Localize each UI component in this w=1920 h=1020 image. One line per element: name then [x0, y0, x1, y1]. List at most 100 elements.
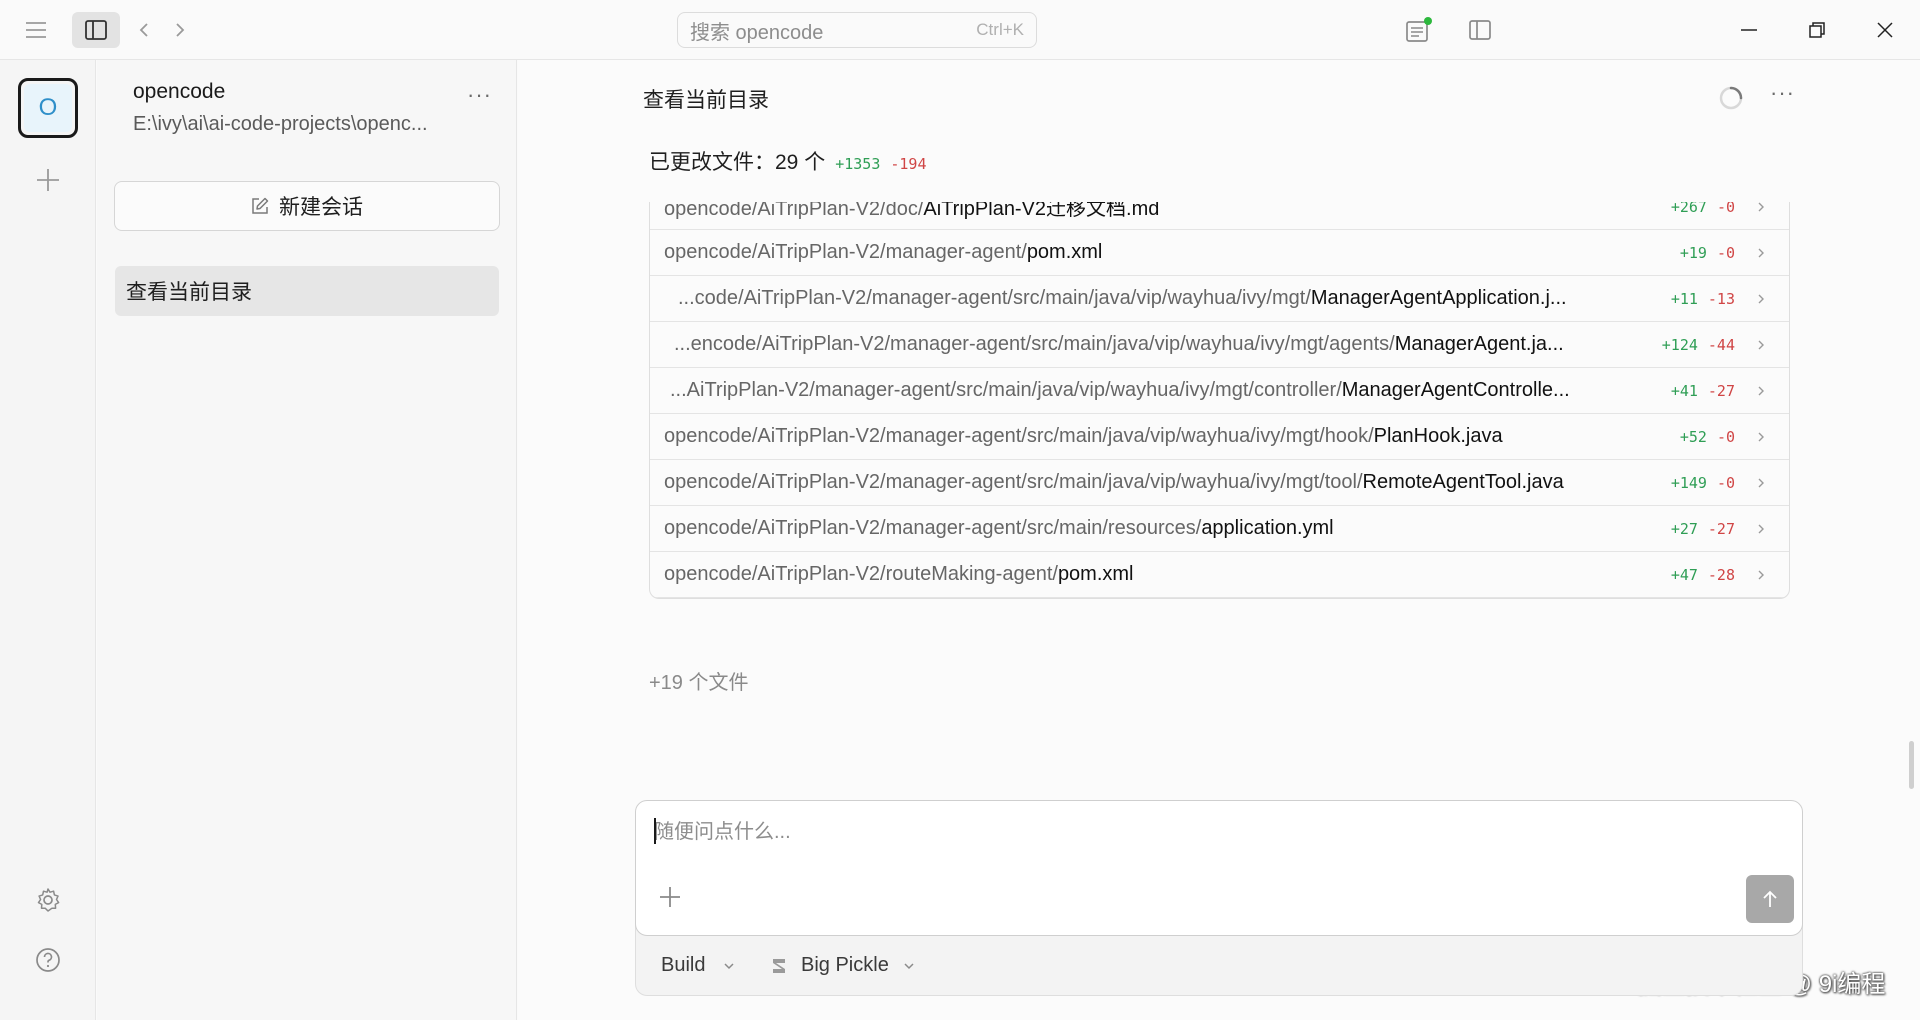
prompt-input[interactable]	[654, 815, 1754, 849]
file-stats: +149 -0	[1671, 474, 1735, 492]
main-panel: 查看当前目录 ··· 已更改文件：29 个 +1353 -194 opencod…	[518, 60, 1920, 1020]
session-item[interactable]: 查看当前目录	[115, 266, 499, 316]
add-project-icon[interactable]	[30, 162, 66, 198]
file-removed: -0	[1716, 427, 1735, 446]
file-row[interactable]: opencode/AiTripPlan-V2/manager-agent/src…	[650, 506, 1789, 552]
toggle-sidebar-button[interactable]	[72, 12, 120, 48]
file-row[interactable]: opencode/AiTripPlan-V2/doc/AiTripPlan-V2…	[650, 202, 1789, 230]
file-dir: opencode/AiTripPlan-V2/manager-agent/	[664, 241, 1027, 263]
file-added: +41	[1670, 381, 1698, 400]
file-name: PlanHook.java	[1373, 425, 1503, 447]
chevron-right-icon	[1757, 202, 1765, 213]
more-files-link[interactable]: +19 个文件	[649, 666, 748, 695]
file-path: ...encode/AiTripPlan-V2/manager-agent/sr…	[674, 333, 1564, 356]
file-added: +149	[1670, 473, 1707, 492]
file-removed: -0	[1716, 473, 1735, 492]
loading-spinner-icon	[1718, 85, 1744, 111]
close-button[interactable]	[1860, 12, 1910, 48]
project-more-button[interactable]: ···	[467, 82, 492, 108]
session-title: 查看当前目录	[643, 89, 769, 112]
file-stats: +41 -27	[1671, 382, 1735, 400]
file-path: opencode/AiTripPlan-V2/manager-agent/pom…	[664, 241, 1102, 264]
file-path: opencode/AiTripPlan-V2/doc/AiTripPlan-V2…	[664, 202, 1159, 221]
file-row[interactable]: opencode/AiTripPlan-V2/routeMaking-agent…	[650, 552, 1789, 598]
menu-icon[interactable]	[20, 14, 52, 46]
file-row[interactable]: opencode/AiTripPlan-V2/routeMaking-agent…	[650, 598, 1790, 599]
file-added: +267	[1670, 202, 1707, 216]
arrow-up-icon	[1763, 890, 1777, 907]
file-removed: -27	[1707, 519, 1735, 538]
file-row[interactable]: opencode/AiTripPlan-V2/manager-agent/src…	[650, 460, 1789, 506]
session-more-button[interactable]: ···	[1770, 80, 1795, 106]
status-icon[interactable]	[1400, 12, 1436, 48]
new-session-button[interactable]: 新建会话	[114, 181, 500, 231]
attach-icon[interactable]	[658, 885, 682, 909]
file-row[interactable]: opencode/AiTripPlan-V2/manager-agent/src…	[650, 414, 1789, 460]
new-session-label: 新建会话	[279, 196, 363, 219]
file-path: opencode/AiTripPlan-V2/manager-agent/src…	[664, 471, 1564, 494]
project-path: E:\ivy\ai\ai-code-projects\openc...	[133, 113, 428, 135]
chevron-right-icon	[1757, 523, 1765, 535]
changed-files-summary: 已更改文件：29 个 +1353 -194	[649, 146, 926, 176]
composer: Build Big Pickle	[635, 800, 1803, 996]
file-stats: +124 -44	[1662, 336, 1735, 354]
file-stats: +52 -0	[1680, 428, 1735, 446]
file-path: ...AiTripPlan-V2/manager-agent/src/main/…	[670, 379, 1570, 402]
file-dir: opencode/AiTripPlan-V2/doc/	[664, 202, 924, 220]
model-icon	[773, 958, 785, 973]
file-stats: +19 -0	[1680, 244, 1735, 262]
file-added: +11	[1670, 289, 1698, 308]
scrollbar-thumb[interactable]	[1909, 741, 1914, 789]
file-dir: opencode/AiTripPlan-V2/manager-agent/src…	[664, 517, 1202, 539]
project-avatar[interactable]: O	[18, 78, 78, 138]
file-row[interactable]: opencode/AiTripPlan-V2/manager-agent/pom…	[650, 230, 1789, 276]
project-name: opencode	[133, 80, 226, 103]
chevron-right-icon	[1757, 385, 1765, 397]
title-bar: 搜索 opencode Ctrl+K	[0, 0, 1920, 60]
chevron-right-icon	[1757, 247, 1765, 259]
send-button[interactable]	[1746, 875, 1794, 923]
search-input[interactable]: 搜索 opencode Ctrl+K	[677, 12, 1037, 48]
file-stats: +11 -13	[1671, 290, 1735, 308]
file-row[interactable]: ...encode/AiTripPlan-V2/manager-agent/sr…	[650, 322, 1789, 368]
model-label: Big Pickle	[801, 954, 889, 976]
file-stats: +267 -0	[1671, 202, 1735, 216]
chevron-down-icon	[904, 962, 914, 969]
file-dir: opencode/AiTripPlan-V2/manager-agent/src…	[664, 471, 1363, 493]
chevron-right-icon	[1757, 293, 1765, 305]
file-added: +19	[1679, 243, 1707, 262]
changed-files-list: opencode/AiTripPlan-V2/doc/AiTripPlan-V2…	[649, 202, 1790, 599]
model-select[interactable]: Big Pickle	[771, 954, 915, 977]
file-added: +27	[1670, 519, 1698, 538]
file-row[interactable]: ...AiTripPlan-V2/manager-agent/src/main/…	[650, 368, 1789, 414]
session-item-label: 查看当前目录	[126, 281, 252, 304]
file-removed: -0	[1716, 243, 1735, 262]
file-stats: +47 -28	[1671, 566, 1735, 584]
restore-button[interactable]	[1792, 12, 1842, 48]
agent-select[interactable]: Build	[661, 954, 735, 977]
right-panel-toggle-icon[interactable]	[1462, 12, 1498, 48]
search-shortcut: Ctrl+K	[976, 20, 1024, 39]
settings-icon[interactable]	[30, 882, 66, 918]
file-removed: -0	[1716, 202, 1735, 216]
project-rail: O	[0, 60, 96, 1020]
chevron-right-icon	[1757, 339, 1765, 351]
file-added: +124	[1661, 335, 1698, 354]
file-name: pom.xml	[1026, 241, 1103, 263]
file-name: RemoteAgentTool.java	[1362, 471, 1564, 493]
text-caret	[654, 818, 656, 844]
file-name: AiTripPlan-V2迁移文档.md	[923, 202, 1160, 220]
file-name: pom.xml	[1057, 563, 1134, 585]
file-path: ...code/AiTripPlan-V2/manager-agent/src/…	[678, 287, 1567, 310]
file-path: opencode/AiTripPlan-V2/routeMaking-agent…	[664, 563, 1134, 586]
back-icon[interactable]	[132, 14, 156, 46]
minimize-button[interactable]	[1724, 12, 1774, 48]
file-stats: +27 -27	[1671, 520, 1735, 538]
file-row[interactable]: ...code/AiTripPlan-V2/manager-agent/src/…	[650, 276, 1789, 322]
forward-icon[interactable]	[168, 14, 192, 46]
file-name: ManagerAgent.ja...	[1394, 333, 1564, 355]
agent-label: Build	[661, 954, 706, 976]
help-icon[interactable]	[30, 942, 66, 978]
chevron-down-icon	[724, 962, 735, 969]
file-path: opencode/AiTripPlan-V2/manager-agent/src…	[664, 425, 1503, 448]
